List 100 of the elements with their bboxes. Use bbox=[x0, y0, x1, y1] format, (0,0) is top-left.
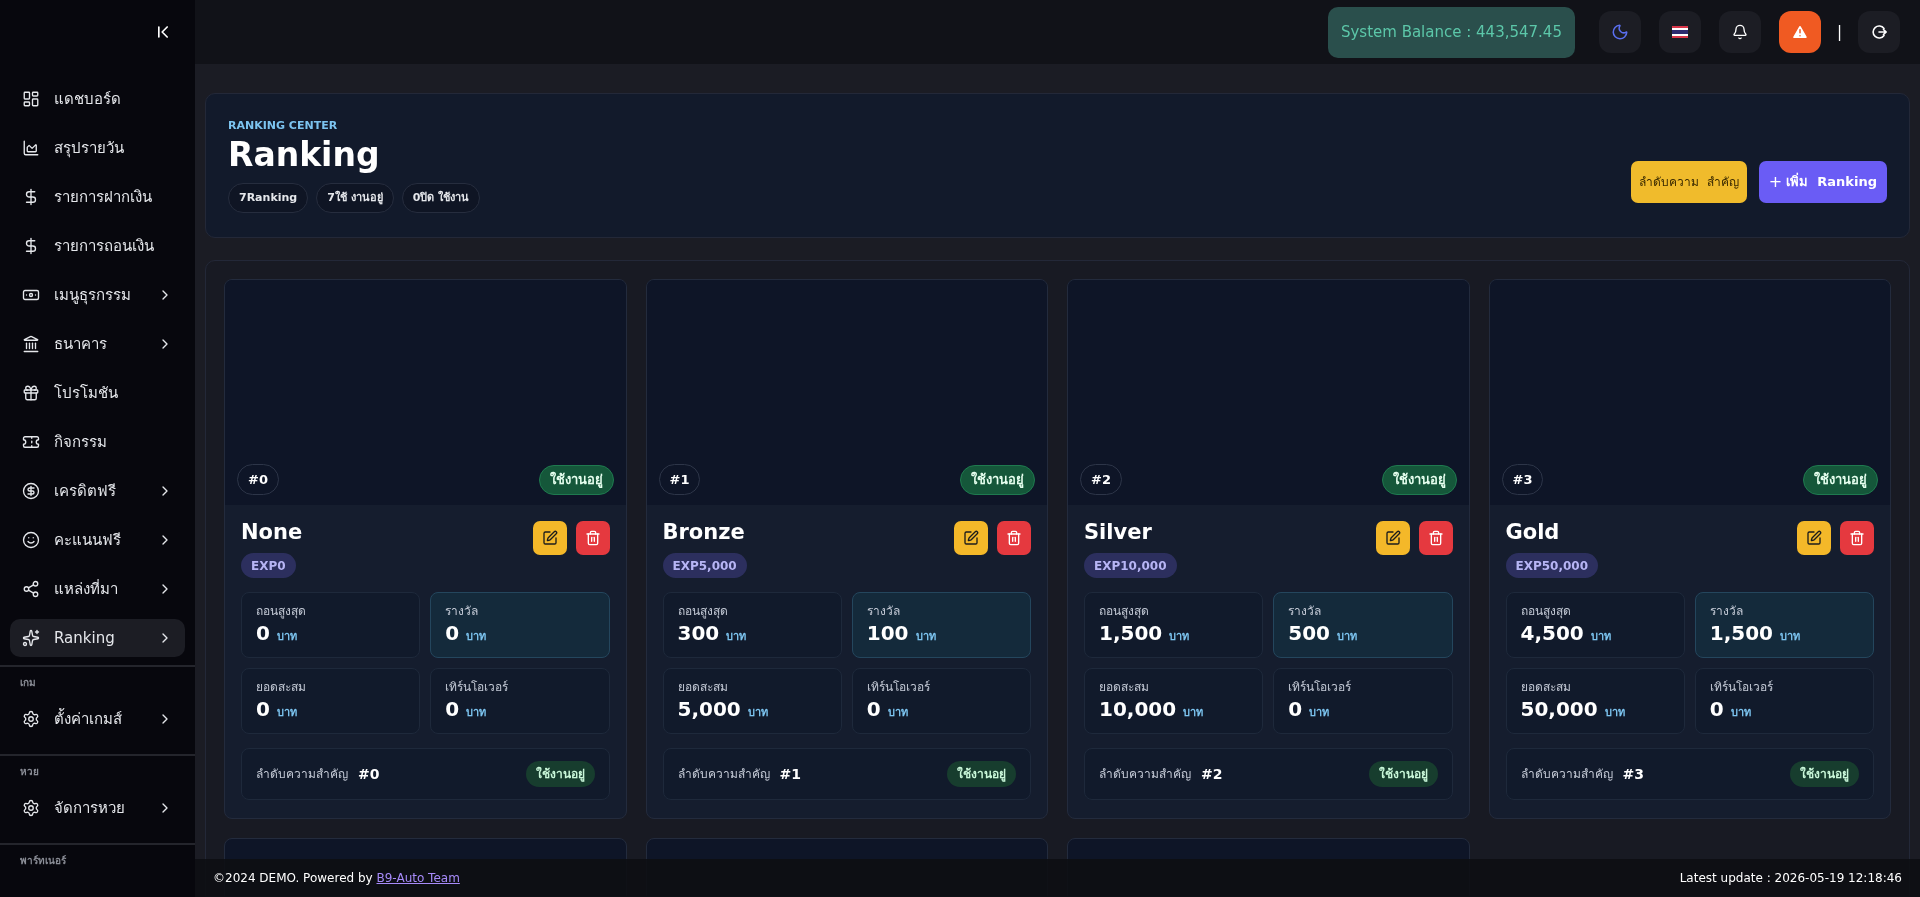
edit-button[interactable] bbox=[954, 521, 988, 555]
delete-button[interactable] bbox=[1840, 521, 1874, 555]
stat-unit: บาท bbox=[1183, 705, 1204, 721]
priority-label: ลำดับความสำคัญ bbox=[1520, 766, 1613, 783]
sidebar-item[interactable]: รายการฝากเงิน bbox=[10, 178, 185, 216]
stat-unit: บาท bbox=[1169, 629, 1190, 645]
priority-value: #1 bbox=[779, 764, 801, 784]
priority-label: ลำดับความสำคัญ bbox=[677, 766, 770, 783]
stat-label: ยอดสะสม bbox=[677, 679, 729, 695]
stat-value: 100 bbox=[866, 621, 909, 645]
sidebar-item[interactable]: เครดิตฟรี bbox=[10, 472, 185, 510]
stat-value: 300 bbox=[677, 621, 720, 645]
delete-button[interactable] bbox=[575, 521, 610, 555]
sidebar-item[interactable]: ตั้งค่าเกมส์ bbox=[10, 700, 185, 738]
stat-unit: บาท bbox=[466, 705, 487, 721]
separator-text: | bbox=[1836, 21, 1842, 43]
sidebar-item[interactable]: โปรโมชัน bbox=[10, 374, 185, 412]
stat-value: 0 bbox=[866, 697, 881, 721]
balance-badge: System Balance : 443,547.45 bbox=[1327, 6, 1575, 58]
stat-label: เทิร์นโอเวอร์ bbox=[1709, 679, 1774, 695]
bank-icon bbox=[22, 335, 40, 353]
add-label: เพิ่ม Ranking bbox=[1786, 172, 1877, 192]
sidebar-item[interactable]: เมนูธุรกรรม bbox=[10, 276, 185, 314]
flag-icon bbox=[1671, 26, 1688, 38]
sidebar-label: รายการฝากเงิน bbox=[54, 186, 153, 208]
trash-icon bbox=[1006, 530, 1022, 546]
logout-button[interactable] bbox=[1858, 11, 1900, 53]
priority-label: ลำดับความสำคัญ bbox=[256, 766, 348, 783]
sidebar-item[interactable]: แหล่งที่มา bbox=[10, 570, 185, 608]
sidebar-item[interactable]: ธนาคาร bbox=[10, 325, 185, 363]
sidebar-label: กิจกรรม bbox=[54, 431, 108, 453]
sidebar-item[interactable]: สรุปรายวัน bbox=[10, 129, 185, 167]
stat-value: 0 bbox=[256, 621, 270, 645]
stat-label: รางวัล bbox=[1288, 603, 1323, 619]
eyebrow-text: RANKING CENTER bbox=[228, 119, 339, 133]
status-badge: ใช้งานอยู่ bbox=[1368, 761, 1438, 787]
sidebar-label: คะแนนฟรี bbox=[54, 529, 122, 551]
stat-unit: บาท bbox=[1730, 705, 1751, 721]
stat-value: 0 bbox=[1709, 697, 1724, 721]
stat-value: 1,500 bbox=[1099, 621, 1163, 645]
team-link[interactable]: B9-Auto Team bbox=[376, 871, 460, 885]
priority-button[interactable]: ลำดับความ สำคัญ bbox=[1631, 161, 1747, 203]
stat-value: 50,000 bbox=[1520, 697, 1598, 721]
delete-button[interactable] bbox=[1418, 521, 1453, 555]
stat-unit: บาท bbox=[276, 705, 297, 721]
edit-icon bbox=[1806, 530, 1822, 546]
theme-button[interactable] bbox=[1598, 11, 1641, 53]
stat-value: 0 bbox=[256, 697, 270, 721]
grid-icon bbox=[22, 90, 40, 108]
edit-icon bbox=[963, 530, 979, 546]
stat-label: เทิร์นโอเวอร์ bbox=[866, 679, 931, 695]
status-badge: ใช้งานอยู่ bbox=[1790, 761, 1859, 787]
priority-value: #2 bbox=[1201, 764, 1223, 784]
stat-unit: บาท bbox=[1309, 705, 1330, 721]
rank-name: Silver bbox=[1084, 519, 1152, 545]
stat-value: 0 bbox=[445, 697, 460, 721]
sidebar-item[interactable]: คะแนนฟรี bbox=[10, 521, 185, 559]
trash-icon bbox=[1427, 530, 1444, 546]
sidebar-label: รายการถอนเงิน bbox=[54, 235, 155, 257]
edit-button[interactable] bbox=[532, 521, 567, 555]
share-icon bbox=[22, 580, 40, 598]
delete-button[interactable] bbox=[997, 521, 1031, 555]
sidebar-label: ธนาคาร bbox=[54, 333, 108, 355]
sidebar-label: แดชบอร์ด bbox=[54, 88, 122, 110]
sidebar-label: โปรโมชัน bbox=[54, 382, 119, 404]
ticket-icon bbox=[22, 433, 40, 451]
stat-unit: บาท bbox=[1604, 705, 1625, 721]
stat-value: 500 bbox=[1288, 621, 1330, 645]
plus-text: + bbox=[1768, 171, 1783, 193]
alert-button[interactable] bbox=[1778, 11, 1821, 53]
sidebar-item[interactable]: Ranking bbox=[10, 619, 185, 657]
notification-button[interactable] bbox=[1718, 11, 1761, 53]
exp-badge: EXP10,000 bbox=[1084, 553, 1177, 578]
priority-value: #0 bbox=[358, 764, 380, 784]
moon-icon bbox=[1610, 23, 1629, 41]
stat-value: 5,000 bbox=[677, 697, 741, 721]
stat-label: ยอดสะสม bbox=[1099, 679, 1150, 695]
sidebar-label: แหล่งที่มา bbox=[54, 578, 119, 600]
exp-badge: EXP0 bbox=[241, 553, 296, 578]
edit-button[interactable] bbox=[1797, 521, 1831, 555]
sidebar-item[interactable]: แดชบอร์ด bbox=[10, 80, 185, 118]
sidebar-item[interactable]: กิจกรรม bbox=[10, 423, 185, 461]
rank-name: Gold bbox=[1505, 519, 1560, 545]
stat-value: 1,500 bbox=[1709, 621, 1773, 645]
stat-unit: บาท bbox=[1590, 629, 1611, 645]
sidebar-item[interactable]: จัดการหวย bbox=[10, 789, 185, 827]
stat-label: เทิร์นโอเวอร์ bbox=[1288, 679, 1353, 695]
stat-label: ถอนสูงสุด bbox=[1099, 603, 1150, 619]
sidebar-label: เมนูธุรกรรม bbox=[54, 284, 132, 307]
stat-unit: บาท bbox=[747, 705, 768, 721]
add-ranking-button[interactable]: + เพิ่ม Ranking bbox=[1758, 161, 1887, 203]
smile-icon bbox=[22, 531, 40, 549]
stat-unit: บาท bbox=[1337, 629, 1357, 645]
settings-icon bbox=[22, 799, 40, 817]
settings-icon bbox=[22, 710, 40, 728]
stat-label: รางวัล bbox=[866, 603, 901, 619]
edit-button[interactable] bbox=[1375, 521, 1410, 555]
language-button[interactable] bbox=[1658, 11, 1701, 53]
sidebar-item[interactable]: รายการถอนเงิน bbox=[10, 227, 185, 265]
rank-name: None bbox=[241, 519, 303, 545]
